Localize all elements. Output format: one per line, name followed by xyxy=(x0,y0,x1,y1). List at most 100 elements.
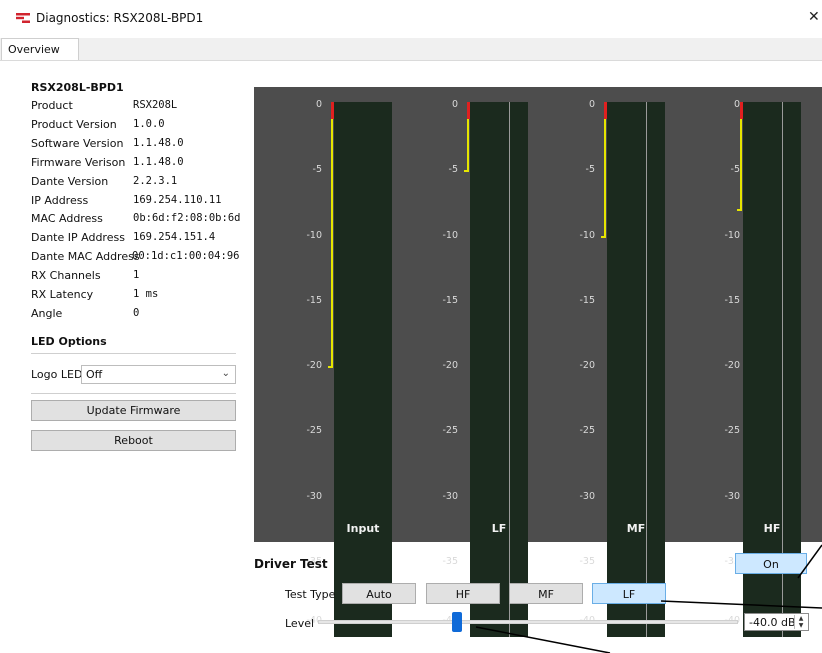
on-button-label: On xyxy=(763,558,779,571)
meter-level-indicator xyxy=(467,119,469,171)
tab-strip xyxy=(0,38,822,61)
info-value: 00:1d:c1:00:04:96 xyxy=(132,250,240,263)
info-label: IP Address xyxy=(31,193,89,207)
meter-tick-label: -5 xyxy=(448,164,458,176)
info-label: Product xyxy=(31,99,73,112)
meter-channel-label: LF xyxy=(491,522,507,535)
meter-tick-label: -15 xyxy=(579,294,595,306)
meter-peak-marker xyxy=(737,209,742,212)
meter-tick-label: -20 xyxy=(724,360,740,371)
meter-tick-label: 0 xyxy=(315,99,322,110)
meter-peak-marker xyxy=(601,235,606,238)
meter-tick-label: -5 xyxy=(730,164,740,176)
meter-tick-label: -20 xyxy=(579,360,595,371)
meter-tick-label: -15 xyxy=(724,294,740,306)
info-label: RX Channels xyxy=(31,269,101,283)
meter-level-indicator xyxy=(604,119,606,236)
meter-tick-label: -15 xyxy=(442,294,458,306)
meter-channel-label: Input xyxy=(346,522,380,535)
logo-led-label: Logo LED xyxy=(31,368,83,381)
logo-led-select[interactable]: Off ⌄ xyxy=(81,365,236,384)
meter-tick-label: 0 xyxy=(451,99,458,110)
level-label: Level xyxy=(285,617,315,630)
meter-channel-label: MF xyxy=(626,522,646,535)
meter-clip-indicator xyxy=(467,102,470,119)
meter-tick-label: 0 xyxy=(588,99,595,110)
meter-tick-label: -10 xyxy=(306,229,322,241)
reboot-button[interactable]: Reboot xyxy=(31,430,236,451)
meter-level-indicator xyxy=(740,119,742,210)
info-label: Software Version xyxy=(31,136,124,150)
chevron-down-icon: ⌄ xyxy=(221,368,230,379)
meter-tick-label: -25 xyxy=(442,425,458,437)
meter-clip-indicator xyxy=(604,102,607,119)
test-type-hf-button[interactable]: HF xyxy=(426,583,500,604)
info-value: 2.2.3.1 xyxy=(133,174,178,187)
info-label: MAC Address xyxy=(31,212,103,226)
tab-overview[interactable]: Overview xyxy=(1,38,79,60)
meter-tick-label: -35 xyxy=(442,555,458,567)
info-label: Dante MAC Address xyxy=(31,250,140,264)
meter-tick-label: 0 xyxy=(733,99,740,110)
tab-overview-label: Overview xyxy=(8,43,60,56)
info-value: 169.254.151.4 xyxy=(133,231,216,244)
info-value: 0b:6d:f2:08:0b:6d xyxy=(133,212,241,225)
meter-channel-divider xyxy=(646,102,647,637)
meter-tick-label: -25 xyxy=(724,425,740,437)
meter-peak-marker xyxy=(464,170,469,173)
info-value: 0 xyxy=(133,306,140,319)
meter-tick-label: -20 xyxy=(306,360,322,371)
info-label: RX Latency xyxy=(31,288,94,301)
level-spinbox[interactable]: -40.0 dB ▲ ▼ xyxy=(744,613,809,631)
meter-tick-label: -30 xyxy=(724,490,740,502)
close-icon[interactable]: ✕ xyxy=(808,9,820,25)
meter-tick-label: -30 xyxy=(442,490,458,502)
info-value: 1.0.0 xyxy=(133,117,165,130)
spin-arrows-icon[interactable]: ▲ ▼ xyxy=(794,615,807,629)
app-logo-icon xyxy=(16,13,30,23)
reboot-label: Reboot xyxy=(114,434,153,447)
test-type-lf-button[interactable]: LF xyxy=(592,583,666,604)
info-value: RSX208L xyxy=(133,99,178,111)
test-type-mf-button[interactable]: MF xyxy=(509,583,583,604)
level-slider-track[interactable] xyxy=(318,620,738,624)
meter-tick-label: -30 xyxy=(579,490,595,502)
info-value: 1.1.48.0 xyxy=(133,136,184,149)
info-label: Product Version xyxy=(31,117,117,131)
meter-channel-label: HF xyxy=(763,522,781,535)
meter-tick-label: -5 xyxy=(585,164,595,176)
meter-tick-label: -35 xyxy=(579,555,595,567)
test-type-label: MF xyxy=(538,588,554,601)
meter-tick-label: -30 xyxy=(306,490,322,502)
level-slider-thumb[interactable] xyxy=(451,612,462,632)
meter-tick-label: -10 xyxy=(724,229,740,241)
update-firmware-label: Update Firmware xyxy=(86,404,181,417)
meter-bar xyxy=(470,102,528,637)
test-type-auto-button[interactable]: Auto xyxy=(342,583,416,604)
divider xyxy=(31,353,236,354)
window-title: Diagnostics: RSX208L-BPD1 xyxy=(36,11,204,25)
info-value: 169.254.110.11 xyxy=(133,193,222,206)
driver-test-heading: Driver Test xyxy=(254,557,328,571)
info-label: Angle xyxy=(31,306,63,320)
test-type-label: HF xyxy=(455,588,471,601)
info-label: Dante Version xyxy=(31,174,109,188)
meter-tick-label: -25 xyxy=(579,425,595,437)
level-value: -40.0 dB xyxy=(749,616,796,629)
meter-bar xyxy=(334,102,392,637)
info-label: Dante IP Address xyxy=(31,231,125,245)
meter-tick-label: -5 xyxy=(312,164,322,176)
meter-tick-label: -15 xyxy=(306,294,322,306)
test-type-label: LF xyxy=(622,588,636,601)
info-label: Firmware Verison xyxy=(31,155,126,169)
info-value: 1 xyxy=(133,269,140,282)
info-value: 1.1.48.0 xyxy=(133,155,184,168)
test-type-label: Test Type xyxy=(285,588,336,601)
meter-tick-label: -20 xyxy=(442,360,458,371)
meter-tick-label: -10 xyxy=(442,229,458,241)
update-firmware-button[interactable]: Update Firmware xyxy=(31,400,236,421)
meter-bar xyxy=(607,102,665,637)
divider xyxy=(31,393,236,394)
logo-led-value: Off xyxy=(86,368,103,381)
driver-test-on-button[interactable]: On xyxy=(735,553,807,574)
